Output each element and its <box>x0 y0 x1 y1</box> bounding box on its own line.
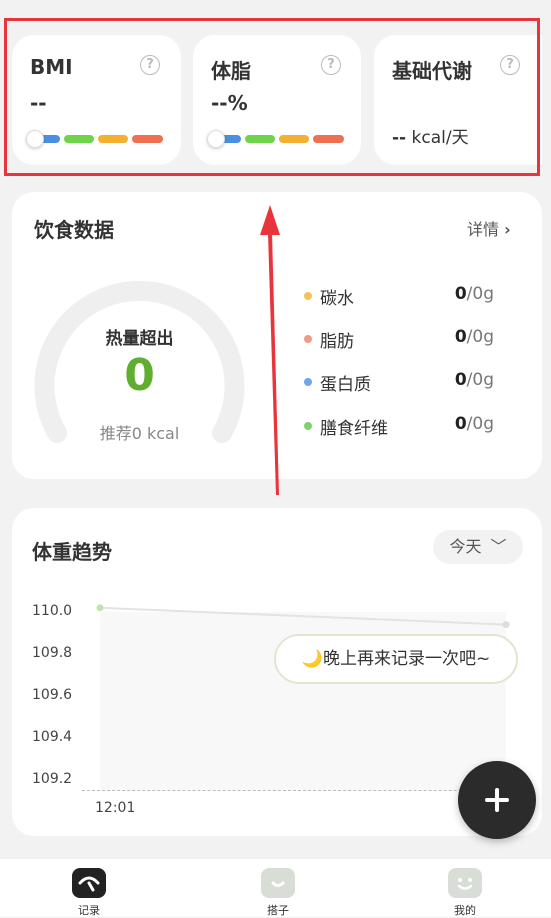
add-record-button[interactable] <box>458 761 536 839</box>
nav-item-profile[interactable]: 我的 <box>435 868 495 918</box>
plus-icon-vertical <box>495 788 499 812</box>
nav-label: 我的 <box>454 904 476 917</box>
partner-icon <box>261 868 295 898</box>
reminder-bubble: 🌙晚上再来记录一次吧~ <box>274 634 518 684</box>
weight-data-point <box>96 604 104 612</box>
nav-item-record[interactable]: 记录 <box>59 868 119 918</box>
record-icon <box>72 868 106 898</box>
profile-icon <box>448 868 482 898</box>
nav-item-partner[interactable]: 搭子 <box>248 868 308 918</box>
weight-series-line <box>99 606 507 626</box>
nav-label: 记录 <box>78 904 100 917</box>
weight-data-point <box>502 621 510 629</box>
nav-label: 搭子 <box>267 904 289 917</box>
reminder-text: 🌙晚上再来记录一次吧~ <box>301 649 491 669</box>
